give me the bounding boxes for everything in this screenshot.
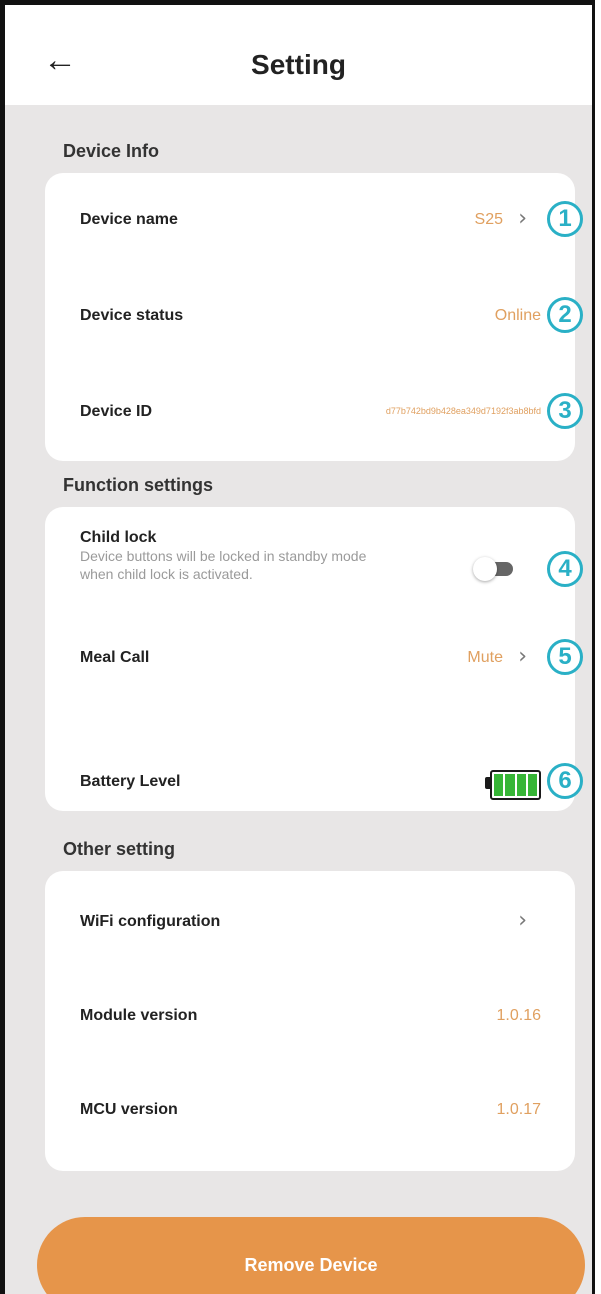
mcu-version-label: MCU version	[80, 1101, 178, 1118]
function-settings-card: Child lock Device buttons will be locked…	[45, 507, 583, 811]
meal-call-label: Meal Call	[80, 649, 150, 666]
app-screen: ← Setting Device Info Device name S25 › …	[0, 0, 595, 1294]
device-status-row: Device status Online 2	[45, 269, 583, 365]
child-lock-label: Child lock	[80, 529, 157, 546]
module-version-row: Module version 1.0.16	[45, 971, 575, 1071]
battery-cell	[494, 774, 504, 796]
battery-body	[490, 770, 541, 800]
meal-call-row[interactable]: Meal Call Mute › 5	[45, 619, 583, 715]
badge-4: 4	[547, 551, 583, 587]
device-status-value: Online	[494, 307, 541, 324]
page-title: Setting	[251, 49, 346, 80]
battery-icon	[485, 770, 541, 800]
child-lock-row: Child lock Device buttons will be locked…	[45, 507, 583, 619]
battery-level-label: Battery Level	[80, 773, 181, 790]
child-lock-description: Device buttons will be locked in standby…	[80, 548, 367, 582]
device-id-label: Device ID	[80, 403, 153, 420]
device-name-label: Device name	[80, 211, 178, 228]
chevron-right-icon: ›	[518, 644, 527, 669]
remove-device-button[interactable]: Remove Device	[37, 1217, 585, 1294]
toggle-knob	[473, 557, 497, 581]
device-id-value: d77b742bd9b428ea349d7192f3ab8bfd	[385, 406, 541, 416]
meal-call-value: Mute	[467, 649, 503, 666]
section-title-function-settings: Function settings	[63, 475, 213, 495]
device-name-row[interactable]: Device name S25 › 1	[45, 173, 583, 269]
chevron-right-icon: ›	[518, 206, 527, 231]
wifi-configuration-row[interactable]: WiFi configuration ›	[45, 871, 575, 971]
mcu-version-row: MCU version 1.0.17	[45, 1071, 575, 1171]
wifi-configuration-label: WiFi configuration	[80, 913, 221, 930]
section-title-other-setting: Other setting	[63, 839, 176, 859]
device-name-value: S25	[474, 211, 503, 228]
device-info-card: Device name S25 › 1 Device status Online…	[45, 173, 583, 461]
other-setting-card: WiFi configuration › Module version 1.0.…	[45, 871, 575, 1171]
mcu-version-value: 1.0.17	[496, 1101, 541, 1118]
badge-5: 5	[547, 639, 583, 675]
battery-cell	[505, 774, 515, 796]
badge-3: 3	[547, 393, 583, 429]
chevron-right-icon: ›	[518, 908, 527, 933]
header-bar: ← Setting	[5, 5, 592, 105]
section-title-device-info: Device Info	[63, 141, 160, 161]
battery-cell	[527, 774, 537, 796]
battery-cell	[516, 774, 526, 796]
child-lock-toggle[interactable]	[473, 557, 513, 581]
device-id-row: Device ID d77b742bd9b428ea349d7192f3ab8b…	[45, 365, 583, 461]
device-status-label: Device status	[80, 307, 184, 324]
battery-level-row: Battery Level 6	[45, 715, 583, 811]
module-version-label: Module version	[80, 1007, 198, 1024]
badge-1: 1	[547, 201, 583, 237]
module-version-value: 1.0.16	[496, 1007, 541, 1024]
badge-6: 6	[547, 763, 583, 799]
badge-2: 2	[547, 297, 583, 333]
